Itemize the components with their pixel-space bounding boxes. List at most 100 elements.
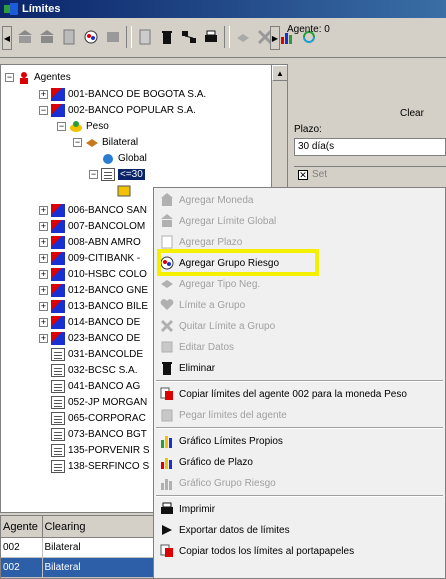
menu-item-grafico-de-plazo[interactable]: Gráfico de Plazo — [154, 452, 445, 472]
edit-icon — [160, 340, 174, 354]
tree-item[interactable]: +014-BANCO DE — [39, 314, 140, 330]
menu-item-copiar-limites[interactable]: Copiar límites del agente 002 para la mo… — [154, 384, 445, 404]
calculator-icon[interactable] — [58, 26, 79, 48]
table-row[interactable]: 002 Bilateral — [1, 538, 159, 558]
checkbox-check-icon[interactable]: ✕ — [298, 169, 308, 180]
agent-doc-icon — [51, 363, 65, 377]
cross-icon — [160, 319, 174, 333]
menu-item-eliminar[interactable]: Eliminar — [154, 358, 445, 378]
filter-icon[interactable] — [102, 26, 123, 48]
toolbar-separator — [224, 26, 230, 48]
expand-icon[interactable]: + — [39, 301, 48, 311]
tree-item[interactable]: +007-BANCOLOM — [39, 218, 145, 234]
menu-item-label: Eliminar — [179, 362, 216, 374]
toolbar: ◀ ▶ — [0, 20, 446, 58]
toolbar-scroll-left-icon[interactable]: ◀ — [2, 26, 12, 50]
tree-item[interactable]: +010-HSBC COLO — [39, 266, 147, 282]
export-icon — [160, 523, 174, 537]
handshake-icon[interactable] — [232, 26, 253, 48]
menu-item-agregar-moneda[interactable]: Agregar Moneda — [154, 190, 445, 210]
expand-icon[interactable]: + — [39, 253, 48, 263]
bank-flag-icon — [51, 203, 65, 217]
agent-doc-icon — [51, 411, 65, 425]
tree-item-label: 023-BANCO DE — [68, 332, 141, 344]
menu-item-grafico-limites-propios[interactable]: Gráfico Límites Propios — [154, 431, 445, 451]
menu-item-grafico-grupo-riesgo[interactable]: Gráfico Grupo Riesgo — [154, 473, 445, 493]
tree-item[interactable]: 052-JP MORGAN — [51, 394, 147, 410]
document-icon[interactable] — [134, 26, 155, 48]
expand-icon[interactable]: + — [39, 317, 48, 327]
tree-item[interactable]: +012-BANCO GNE — [39, 282, 148, 298]
menu-item-copiar-portapapeles[interactable]: Copiar todos los límites al portapapeles — [154, 541, 445, 561]
collapse-icon[interactable]: − — [73, 137, 82, 147]
agent-doc-icon — [51, 459, 65, 473]
tree-item-label: 031-BANCOLDE — [68, 348, 144, 360]
menu-item-limite-a-grupo[interactable]: Límite a Grupo — [154, 295, 445, 315]
tree-item[interactable]: Global — [101, 150, 147, 166]
menu-item-pegar-limites[interactable]: Pegar límites del agente — [154, 405, 445, 425]
bank-icon[interactable] — [36, 26, 57, 48]
chart-icon — [160, 434, 174, 448]
tree-item[interactable]: 135-PORVENIR S — [51, 442, 150, 458]
menu-item-quitar-limite-a-grupo[interactable]: Quitar Límite a Grupo — [154, 316, 445, 336]
network-icon[interactable] — [178, 26, 199, 48]
tree-item[interactable]: 041-BANCO AG — [51, 378, 140, 394]
tree-item-label: Peso — [86, 120, 109, 132]
plazo-select[interactable]: 30 día(s — [294, 138, 446, 156]
trash-icon[interactable] — [156, 26, 177, 48]
scroll-up-icon[interactable]: ▲ — [272, 65, 287, 81]
tree-item[interactable]: − Peso — [57, 118, 109, 134]
menu-item-editar-datos[interactable]: Editar Datos — [154, 337, 445, 357]
toolbar-scroll-right-icon[interactable]: ▶ — [270, 26, 280, 50]
expand-icon[interactable]: + — [39, 221, 48, 231]
tree-item-label: 052-JP MORGAN — [68, 396, 148, 408]
tree-item[interactable]: 073-BANCO BGT — [51, 426, 147, 442]
menu-item-agregar-limite-global[interactable]: Agregar Límite Global — [154, 211, 445, 231]
highlight-box — [157, 249, 319, 276]
collapse-icon[interactable]: − — [39, 105, 48, 115]
print-icon[interactable] — [200, 26, 221, 48]
tree-root[interactable]: − Agentes — [5, 69, 71, 85]
expand-icon[interactable]: + — [39, 269, 48, 279]
chart-icon — [160, 455, 174, 469]
grid-header-clearing[interactable]: Clearing — [43, 516, 159, 537]
expand-icon[interactable]: + — [39, 205, 48, 215]
bank-icon — [160, 193, 174, 207]
tree-item[interactable]: +009-CITIBANK - — [39, 250, 140, 266]
expand-icon[interactable]: + — [39, 285, 48, 295]
bank-flag-icon — [51, 87, 65, 101]
tree-item[interactable]: +008-ABN AMRO — [39, 234, 141, 250]
tree-item[interactable]: − Bilateral — [73, 134, 138, 150]
bank-flag-icon — [51, 235, 65, 249]
menu-item-exportar-datos[interactable]: Exportar datos de límites — [154, 520, 445, 540]
expand-icon[interactable]: + — [39, 333, 48, 343]
collapse-icon[interactable]: − — [57, 121, 66, 131]
tree-item[interactable]: + 001-BANCO DE BOGOTA S.A. — [39, 86, 206, 102]
tree-item[interactable]: 032-BCSC S.A. — [51, 362, 137, 378]
expand-icon[interactable]: + — [39, 89, 48, 99]
agent-doc-icon — [51, 395, 65, 409]
bank-icon[interactable] — [14, 26, 35, 48]
tree-item[interactable]: 031-BANCOLDE — [51, 346, 143, 362]
tree-item[interactable]: +013-BANCO BILE — [39, 298, 148, 314]
tree-item-selected[interactable]: − <=30 — [89, 166, 145, 182]
print-icon — [160, 502, 174, 516]
table-cell: 002 — [1, 538, 43, 557]
tree-item[interactable]: − 002-BANCO POPULAR S.A. — [39, 102, 196, 118]
table-row-selected[interactable]: 002 Bilateral — [1, 558, 159, 578]
bank-flag-icon — [51, 315, 65, 329]
tree-item[interactable]: 065-CORPORAC — [51, 410, 146, 426]
settlement-checkbox[interactable]: ✕ Set — [294, 166, 446, 182]
menu-item-imprimir[interactable]: Imprimir — [154, 499, 445, 519]
grid-header-agente[interactable]: Agente — [1, 516, 43, 537]
tree-item[interactable]: +023-BANCO DE — [39, 330, 140, 346]
group-risk-icon[interactable] — [80, 26, 101, 48]
collapse-icon[interactable]: − — [89, 169, 98, 179]
menu-item-agregar-tipo-neg[interactable]: Agregar Tipo Neg. — [154, 274, 445, 294]
tree-item[interactable]: 138-SERFINCO S — [51, 458, 149, 474]
tree-item[interactable]: +006-BANCO SAN — [39, 202, 147, 218]
expand-icon[interactable]: + — [39, 237, 48, 247]
collapse-icon[interactable]: − — [5, 72, 14, 82]
tree-item[interactable] — [117, 182, 134, 198]
menu-item-label: Copiar límites del agente 002 para la mo… — [179, 388, 407, 400]
